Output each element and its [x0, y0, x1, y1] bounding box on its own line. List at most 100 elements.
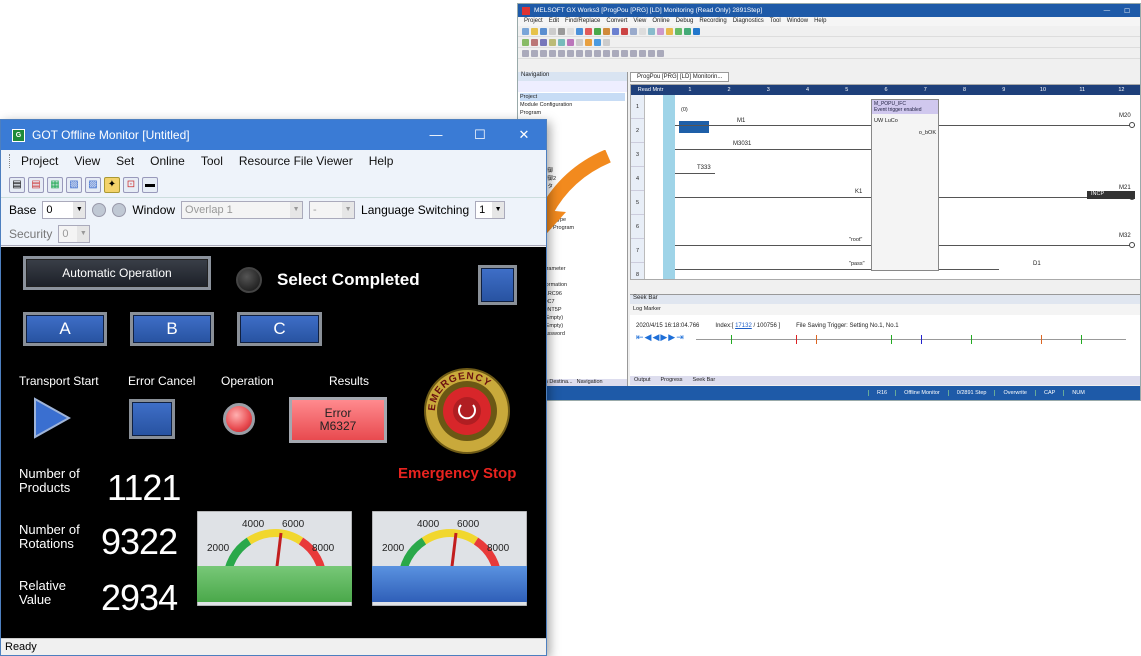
string-pass[interactable]: "pass": [849, 261, 865, 267]
device-t333[interactable]: T333: [697, 165, 711, 171]
nav-tree-item[interactable]: Project: [520, 93, 625, 102]
gx-menu-convert[interactable]: Convert: [606, 18, 627, 25]
nav-tree-item[interactable]: Module Configuration: [520, 101, 625, 109]
ladder-symbol-icon[interactable]: [630, 49, 637, 57]
save-icon[interactable]: [540, 27, 547, 35]
zoom-icon[interactable]: [630, 27, 637, 35]
monitor-icon[interactable]: [612, 27, 619, 35]
ladder-symbol-icon[interactable]: [603, 49, 610, 57]
chevron-down-icon[interactable]: ▼: [73, 202, 86, 218]
string-root[interactable]: "root": [849, 237, 862, 243]
a-button[interactable]: A: [23, 312, 107, 346]
minimize-icon[interactable]: —: [414, 127, 458, 143]
tab-progress[interactable]: Progress: [661, 376, 683, 385]
tab-output[interactable]: Output: [634, 376, 651, 385]
window-select[interactable]: Overlap 1 ▼: [181, 201, 304, 219]
pause-icon[interactable]: [693, 27, 700, 35]
coil-m32[interactable]: [1129, 242, 1135, 248]
contact-icon[interactable]: [531, 38, 538, 46]
ladder-symbol-icon[interactable]: [531, 49, 538, 57]
gx-menu-edit[interactable]: Edit: [549, 18, 559, 25]
ladder-symbol-icon[interactable]: [594, 49, 601, 57]
find-icon[interactable]: [639, 27, 646, 35]
menu-project[interactable]: Project: [13, 154, 66, 168]
instruction-icon[interactable]: [549, 38, 556, 46]
ladder-icon[interactable]: [522, 38, 529, 46]
read-icon[interactable]: [594, 27, 601, 35]
base-select[interactable]: 0 ▼: [42, 201, 87, 219]
maximize-icon[interactable]: ☐: [1124, 7, 1130, 15]
selected-contact[interactable]: [679, 121, 709, 133]
ladder-symbol-icon[interactable]: [558, 49, 565, 57]
gx-menu-project[interactable]: Project: [524, 18, 543, 25]
ladder-symbol-icon[interactable]: [657, 49, 664, 57]
base-next-button[interactable]: [112, 203, 127, 217]
ladder-symbol-icon[interactable]: [639, 49, 646, 57]
coil-m20[interactable]: [1129, 122, 1135, 128]
tab-progpou[interactable]: ProgPou [PRG] [LD] Monitorin...: [630, 72, 730, 82]
menu-help[interactable]: Help: [361, 154, 402, 168]
seek-timeline[interactable]: ⇤◀◀▶▶⇥: [636, 332, 1136, 344]
undo-icon[interactable]: [558, 27, 565, 35]
menu-set[interactable]: Set: [108, 154, 142, 168]
ladder-symbol-icon[interactable]: [576, 49, 583, 57]
menu-online[interactable]: Online: [142, 154, 193, 168]
chevron-down-icon[interactable]: ▼: [290, 202, 303, 218]
new-icon[interactable]: [522, 27, 529, 35]
gx-menu-find[interactable]: Find/Replace: [565, 18, 600, 25]
gx-menu-help[interactable]: Help: [814, 18, 826, 25]
gx-menu-tool[interactable]: Tool: [770, 18, 781, 25]
keyboard-icon[interactable]: ▬: [142, 176, 158, 193]
comment-icon[interactable]: [585, 38, 592, 46]
minimize-icon[interactable]: —: [1104, 7, 1111, 15]
device-m20[interactable]: M20: [1119, 113, 1131, 119]
transport-start-button[interactable]: [33, 397, 71, 439]
monitor-icon[interactable]: ⊡: [123, 176, 139, 193]
instruction-incp[interactable]: INCP: [1087, 191, 1135, 199]
seek-nav-arrows-icon[interactable]: ⇤◀◀▶▶⇥: [636, 332, 685, 343]
run-icon[interactable]: [675, 27, 682, 35]
statement-icon[interactable]: [594, 38, 601, 46]
compile-icon[interactable]: [576, 38, 583, 46]
ladder-symbol-icon[interactable]: [612, 49, 619, 57]
fb-icon[interactable]: [567, 38, 574, 46]
note-icon[interactable]: [603, 38, 610, 46]
ladder-symbol-icon[interactable]: [522, 49, 529, 57]
automatic-operation-button[interactable]: Automatic Operation: [23, 256, 211, 290]
menu-resource-file-viewer[interactable]: Resource File Viewer: [231, 154, 361, 168]
gx-menu-online[interactable]: Online: [652, 18, 669, 25]
window-sub-select[interactable]: - ▼: [309, 201, 356, 219]
seek-bar-toolbar[interactable]: Log Marker: [630, 304, 1140, 315]
gx-menu-debug[interactable]: Debug: [676, 18, 694, 25]
print-icon[interactable]: [549, 27, 556, 35]
device-m3031[interactable]: M3031: [733, 141, 751, 147]
tab-seek-bar[interactable]: Seek Bar: [693, 376, 716, 385]
language-select[interactable]: 1 ▼: [475, 201, 506, 219]
c-button[interactable]: C: [237, 312, 322, 346]
copy-icon[interactable]: [576, 27, 583, 35]
resource-icon[interactable]: ✦: [104, 176, 120, 193]
gx-menu-diagnostics[interactable]: Diagnostics: [733, 18, 764, 25]
security-select[interactable]: 0 ▼: [58, 224, 91, 243]
step-icon[interactable]: [684, 27, 691, 35]
maximize-icon[interactable]: ☐: [458, 127, 502, 143]
base-prev-button[interactable]: [92, 203, 107, 217]
device-icon[interactable]: [648, 27, 655, 35]
device-d1[interactable]: D1: [1033, 261, 1041, 267]
select-completed-button[interactable]: [478, 265, 517, 305]
menubar-grip[interactable]: [9, 154, 11, 168]
chevron-down-icon[interactable]: ▼: [492, 202, 505, 218]
ladder-symbol-icon[interactable]: [567, 49, 574, 57]
screen-icon[interactable]: ▦: [47, 176, 63, 193]
label-icon[interactable]: [657, 27, 664, 35]
save-project-icon[interactable]: ▤: [28, 176, 44, 193]
close-icon[interactable]: ✕: [502, 127, 546, 143]
line-icon[interactable]: [558, 38, 565, 46]
gx-menu-view[interactable]: View: [633, 18, 646, 25]
chevron-down-icon[interactable]: ▼: [342, 202, 355, 218]
device-m32[interactable]: M32: [1119, 233, 1131, 239]
open-icon[interactable]: [531, 27, 538, 35]
menu-view[interactable]: View: [66, 154, 108, 168]
b-button[interactable]: B: [130, 312, 214, 346]
write-icon[interactable]: [585, 27, 592, 35]
